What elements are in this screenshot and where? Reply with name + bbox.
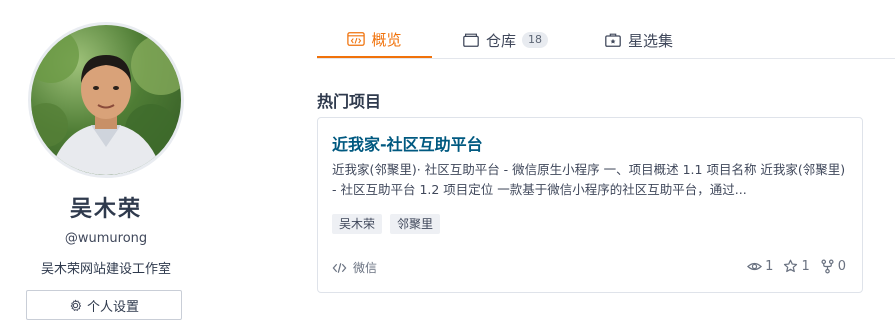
eye-icon [747,262,763,271]
avatar-image [31,27,181,175]
star-icon [784,259,798,273]
project-title-link[interactable]: 近我家-社区互助平台 [332,131,483,155]
project-description: 近我家(邻聚里)· 社区互助平台 - 微信原生小程序 一、项目概述 1.1 项目… [332,162,846,197]
profile-tabs: 概览 仓库 18 星选集 [317,22,895,59]
stars-count: 1 [801,259,810,274]
forks-stat[interactable]: 0 [820,259,846,274]
tab-overview-label: 概览 [371,30,402,49]
personal-settings-label: 个人设置 [86,299,139,315]
tab-repositories-label: 仓库 [486,31,517,50]
project-tags: 吴木荣 邻聚里 [332,214,441,234]
tab-collections-label: 星选集 [628,31,674,50]
personal-settings-button[interactable]: 个人设置 [26,290,182,320]
watchers-count: 1 [765,259,774,274]
project-language: 微信 [332,259,377,276]
tab-collections[interactable]: 星选集 [604,22,673,58]
hot-projects-heading: 热门项目 [317,92,382,111]
gear-icon [70,299,82,311]
collection-icon [605,33,621,47]
project-tag[interactable]: 吴木荣 [332,214,383,234]
project-language-label: 微信 [353,261,378,275]
stars-stat[interactable]: 1 [783,259,810,274]
profile-handle: @wumurong [64,231,148,246]
repo-icon [463,33,479,47]
project-tag[interactable]: 邻聚里 [390,214,441,234]
profile-panel: 吴木荣 @wumurong 吴木荣网站建设工作室 个人设置 [0,0,212,327]
code-icon [347,32,366,46]
tab-repositories[interactable]: 仓库 18 [462,22,549,58]
watchers-stat[interactable]: 1 [747,259,773,274]
code-brackets-icon [332,262,347,273]
project-card[interactable]: 近我家-社区互助平台 近我家(邻聚里)· 社区互助平台 - 微信原生小程序 一、… [317,117,863,293]
tab-overview[interactable]: 概览 [317,22,432,58]
fork-icon [821,259,834,274]
project-stats: 1 1 0 [747,259,846,274]
repository-count-badge: 18 [522,32,549,48]
profile-bio: 吴木荣网站建设工作室 [40,262,171,277]
forks-count: 0 [837,259,846,274]
profile-name: 吴木荣 [69,197,142,222]
avatar[interactable] [28,22,184,178]
